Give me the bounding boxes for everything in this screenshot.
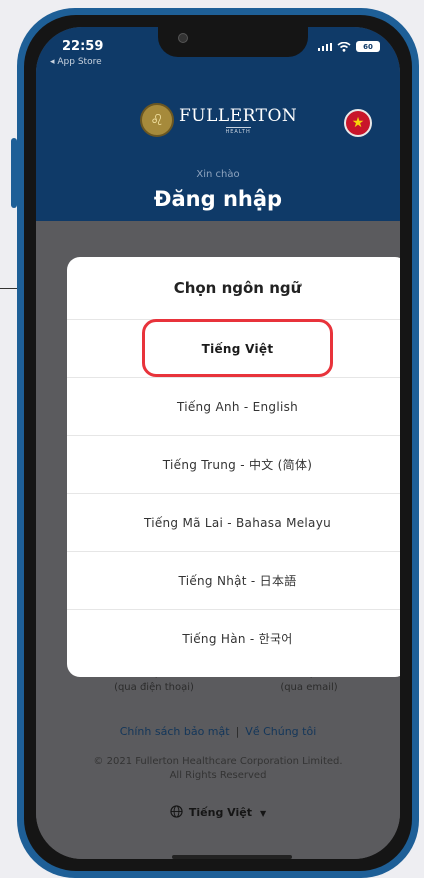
- language-selector[interactable]: Tiếng Việt ▼: [36, 805, 400, 819]
- back-to-app-store-link[interactable]: ◂ App Store: [50, 57, 102, 67]
- language-option-korean[interactable]: Tiếng Hàn - 한국어: [67, 610, 400, 667]
- copyright-line1: © 2021 Fullerton Healthcare Corporation …: [93, 756, 343, 767]
- copyright: © 2021 Fullerton Healthcare Corporation …: [72, 755, 364, 783]
- contact-email-sub: (qua email): [280, 682, 338, 693]
- status-icons: 60: [318, 41, 380, 52]
- contact-phone-sub: (qua điện thoại): [114, 682, 194, 693]
- phone-screen: 22:59 ◂ App Store 60 ♌ FULLERTON HEALTH …: [36, 27, 400, 859]
- home-indicator: [172, 855, 292, 859]
- vietnam-flag-icon[interactable]: ★: [344, 109, 372, 137]
- brand-name: FULLERTON: [179, 105, 298, 126]
- modal-title: Chọn ngôn ngữ: [67, 257, 400, 320]
- copyright-line2: All Rights Reserved: [169, 770, 267, 781]
- language-selector-label: Tiếng Việt: [188, 806, 252, 819]
- greeting-text: Xin chào: [196, 169, 240, 180]
- globe-icon: [170, 805, 183, 818]
- battery-icon: 60: [356, 41, 380, 52]
- phone-bezel: 22:59 ◂ App Store 60 ♌ FULLERTON HEALTH …: [24, 15, 412, 871]
- status-time: 22:59: [62, 39, 104, 54]
- page-title: Đăng nhập: [153, 187, 283, 211]
- caret-down-icon: ▼: [259, 809, 267, 818]
- selection-highlight: [142, 319, 333, 377]
- wifi-icon: [337, 41, 351, 52]
- notch: [158, 27, 308, 57]
- camera-icon: [178, 33, 188, 43]
- footer-links: Chính sách bảo mật | Về Chúng tôi: [36, 725, 400, 738]
- language-option-malay[interactable]: Tiếng Mã Lai - Bahasa Melayu: [67, 494, 400, 552]
- phone-frame: 22:59 ◂ App Store 60 ♌ FULLERTON HEALTH …: [11, 8, 419, 878]
- fullerton-logo: ♌ FULLERTON HEALTH: [140, 103, 297, 137]
- language-option-chinese[interactable]: Tiếng Trung - 中文 (简体): [67, 436, 400, 494]
- about-us-link[interactable]: Về Chúng tôi: [245, 725, 316, 738]
- privacy-policy-link[interactable]: Chính sách bảo mật: [120, 725, 230, 738]
- language-option-japanese[interactable]: Tiếng Nhật - 日本語: [67, 552, 400, 610]
- link-separator: |: [235, 725, 240, 738]
- lion-logo-icon: ♌: [140, 103, 174, 137]
- signal-icon: [318, 42, 332, 51]
- language-option-english[interactable]: Tiếng Anh - English: [67, 378, 400, 436]
- brand-subtitle: HEALTH: [225, 126, 251, 135]
